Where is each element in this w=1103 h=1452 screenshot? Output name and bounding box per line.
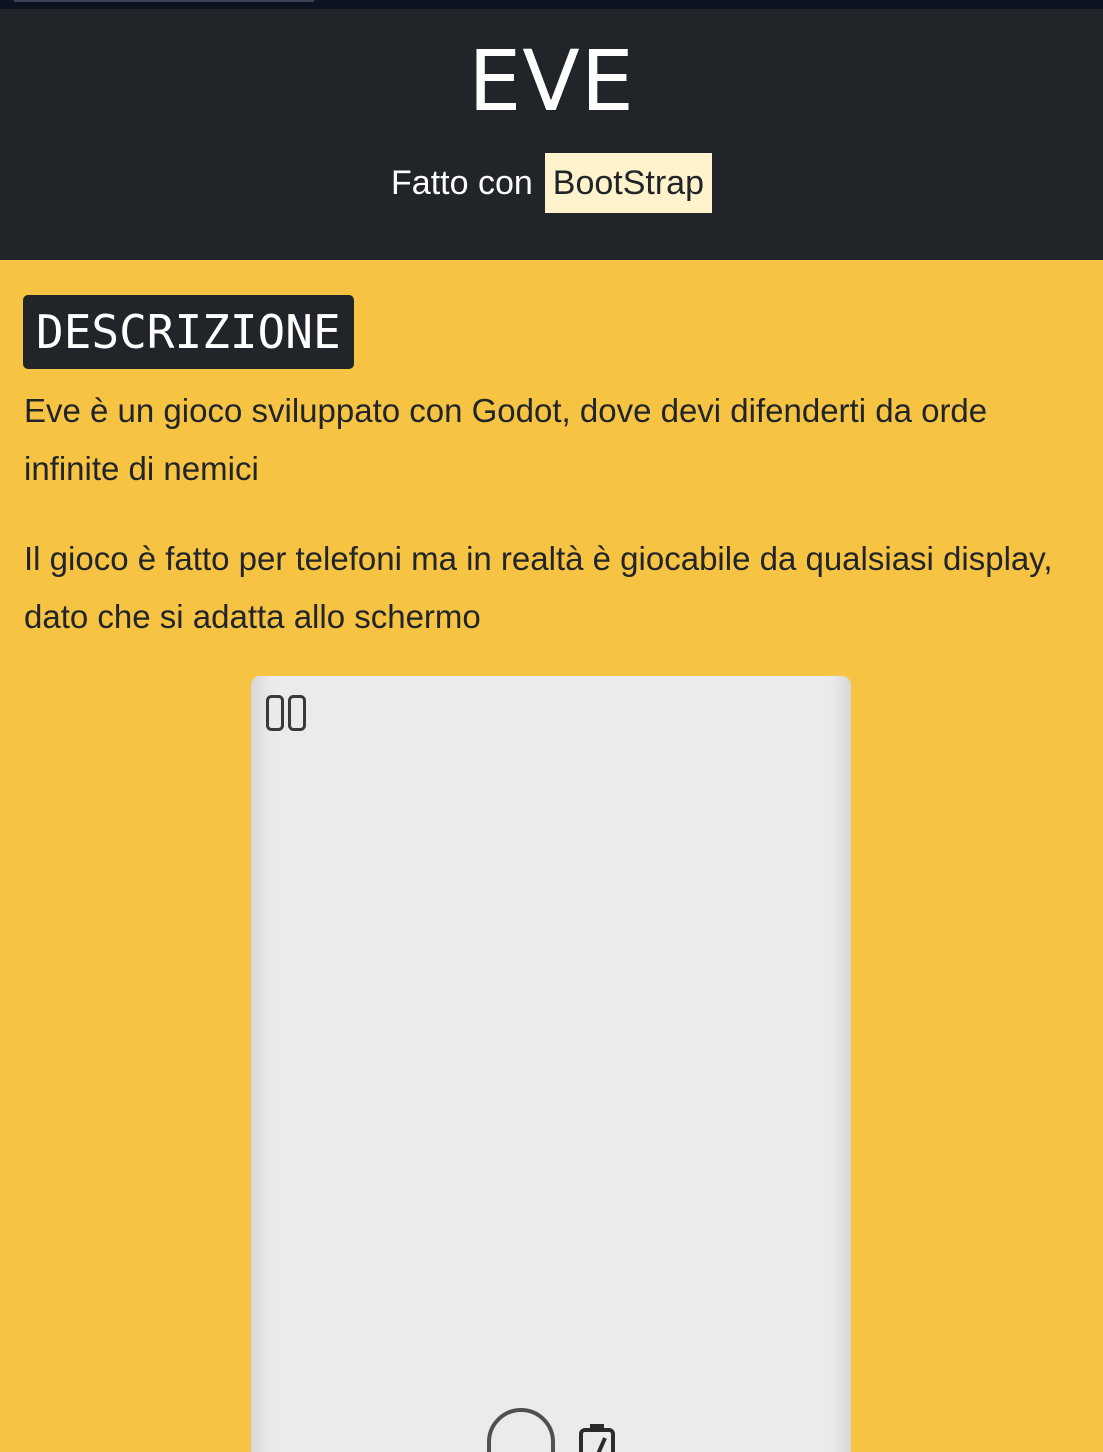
made-with-line: Fatto con BootStrap [0, 153, 1103, 213]
description-paragraph-1: Eve è un gioco sviluppato con Godot, dov… [24, 392, 988, 487]
made-with-prefix: Fatto con [391, 164, 533, 202]
browser-top-strip [0, 0, 1103, 9]
description-paragraph-2: Il gioco è fatto per telefoni ma in real… [24, 540, 1053, 635]
battery-icon [579, 1424, 615, 1452]
description-heading: DESCRIZIONE [23, 295, 354, 369]
pause-icon [266, 695, 306, 731]
main-content: DESCRIZIONE Eve è un gioco sviluppato co… [0, 260, 1103, 1452]
tab-indicator [14, 0, 314, 2]
game-canvas[interactable] [251, 676, 851, 1452]
skull-icon [487, 1408, 555, 1452]
site-title: EVE [468, 32, 635, 130]
bootstrap-badge-link[interactable]: BootStrap [544, 153, 712, 213]
pause-button[interactable] [265, 694, 307, 732]
site-header: EVE Fatto con BootStrap [0, 9, 1103, 260]
